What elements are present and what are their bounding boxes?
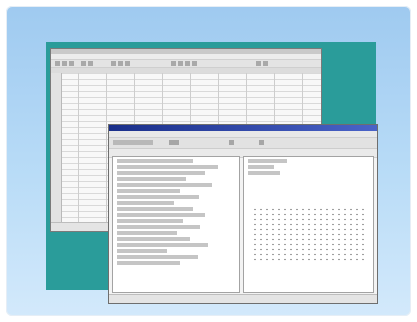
list-item[interactable] bbox=[117, 207, 193, 211]
list-item[interactable] bbox=[117, 249, 168, 253]
toolbar-icon[interactable] bbox=[192, 61, 197, 66]
toolbar-icon[interactable] bbox=[118, 61, 123, 66]
list-item[interactable] bbox=[117, 171, 206, 175]
list-item[interactable] bbox=[117, 165, 218, 169]
list-item[interactable] bbox=[117, 201, 174, 205]
output-line bbox=[248, 165, 274, 169]
toolbar-icon[interactable] bbox=[169, 140, 179, 145]
list-item[interactable] bbox=[117, 195, 199, 199]
toolbar-icon[interactable] bbox=[185, 61, 190, 66]
list-item[interactable] bbox=[117, 225, 201, 229]
spreadsheet-row-header bbox=[51, 73, 62, 223]
analysis-menubar[interactable] bbox=[109, 131, 377, 138]
analysis-toolbar[interactable] bbox=[109, 138, 377, 149]
list-item[interactable] bbox=[117, 261, 180, 265]
list-item[interactable] bbox=[117, 213, 206, 217]
toolbar-icon[interactable] bbox=[111, 61, 116, 66]
toolbar-icon[interactable] bbox=[171, 61, 176, 66]
toolbar-icon[interactable] bbox=[81, 61, 86, 66]
list-item[interactable] bbox=[117, 237, 191, 241]
toolbar-icon[interactable] bbox=[178, 61, 183, 66]
toolbar-icon[interactable] bbox=[125, 61, 130, 66]
list-item[interactable] bbox=[117, 183, 212, 187]
analysis-window[interactable] bbox=[108, 124, 378, 304]
toolbar-icon[interactable] bbox=[55, 61, 60, 66]
toolbar-icon[interactable] bbox=[256, 61, 261, 66]
toolbar-icon[interactable] bbox=[69, 61, 74, 66]
list-item[interactable] bbox=[117, 231, 178, 235]
analysis-statusbar bbox=[109, 294, 377, 303]
list-item[interactable] bbox=[117, 219, 183, 223]
list-item[interactable] bbox=[117, 159, 193, 163]
output-line bbox=[248, 171, 281, 175]
toolbar-icon[interactable] bbox=[263, 61, 268, 66]
output-line bbox=[248, 159, 287, 163]
output-table bbox=[252, 207, 365, 261]
toolbar-icon[interactable] bbox=[259, 140, 264, 145]
spreadsheet-toolbar[interactable] bbox=[51, 60, 321, 68]
output-pane[interactable] bbox=[243, 156, 374, 293]
variable-list-pane[interactable] bbox=[112, 156, 240, 293]
list-item[interactable] bbox=[117, 177, 187, 181]
toolbar-icon[interactable] bbox=[62, 61, 67, 66]
list-item[interactable] bbox=[117, 243, 208, 247]
toolbar-dropdown[interactable] bbox=[113, 140, 153, 145]
list-item[interactable] bbox=[117, 189, 180, 193]
toolbar-icon[interactable] bbox=[88, 61, 93, 66]
list-item[interactable] bbox=[117, 255, 198, 259]
toolbar-icon[interactable] bbox=[229, 140, 234, 145]
